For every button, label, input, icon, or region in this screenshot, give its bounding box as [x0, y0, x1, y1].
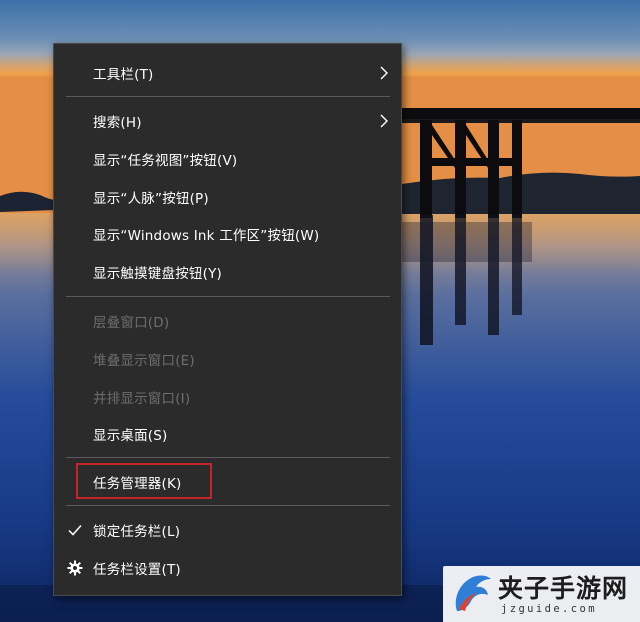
menu-item-label: 工具栏(T)	[93, 67, 154, 83]
menu-item-label: 显示“任务视图”按钮(V)	[93, 153, 238, 169]
menu-separator	[66, 457, 390, 458]
menu-item-toolbars[interactable]: 工具栏(T)	[54, 56, 401, 90]
menu-item-label: 显示“Windows Ink 工作区”按钮(W)	[93, 228, 320, 244]
menu-separator	[66, 96, 390, 97]
menu-item-lock-taskbar[interactable]: 锁定任务栏(L)	[54, 513, 401, 547]
menu-item-taskbar-settings[interactable]: 任务栏设置(T)	[54, 551, 401, 585]
menu-item-label: 堆叠显示窗口(E)	[93, 353, 195, 369]
menu-item-stacked-windows: 堆叠显示窗口(E)	[54, 342, 401, 376]
menu-item-label: 任务栏设置(T)	[93, 562, 181, 578]
menu-item-label: 显示桌面(S)	[93, 428, 168, 444]
watermark-title: 夹子手游网	[498, 574, 629, 603]
checkmark-icon	[68, 525, 82, 536]
menu-item-label: 显示“人脉”按钮(P)	[93, 191, 209, 207]
menu-item-search[interactable]: 搜索(H)	[54, 104, 401, 138]
gear-icon	[67, 560, 83, 576]
menu-item-show-task-view[interactable]: 显示“任务视图”按钮(V)	[54, 142, 401, 176]
menu-item-label: 并排显示窗口(I)	[93, 391, 191, 407]
menu-item-label: 锁定任务栏(L)	[93, 524, 181, 540]
menu-item-cascade-windows: 层叠窗口(D)	[54, 304, 401, 338]
menu-item-show-people[interactable]: 显示“人脉”按钮(P)	[54, 180, 401, 214]
menu-item-label: 搜索(H)	[93, 115, 142, 131]
highlight-annotation-box	[76, 463, 212, 499]
site-watermark: 夹子手游网 jzguide.com	[443, 566, 640, 622]
chevron-right-icon	[380, 66, 388, 80]
site-logo-icon	[455, 575, 491, 611]
menu-item-show-touch-keyboard[interactable]: 显示触摸键盘按钮(Y)	[54, 255, 401, 289]
menu-item-side-by-side-windows: 并排显示窗口(I)	[54, 380, 401, 414]
watermark-url: jzguide.com	[501, 603, 597, 615]
chevron-right-icon	[380, 114, 388, 128]
menu-separator	[66, 505, 390, 506]
menu-item-label: 层叠窗口(D)	[93, 315, 170, 331]
menu-item-show-desktop[interactable]: 显示桌面(S)	[54, 417, 401, 451]
menu-item-label: 显示触摸键盘按钮(Y)	[93, 266, 222, 282]
menu-separator	[66, 296, 390, 297]
menu-item-show-windows-ink[interactable]: 显示“Windows Ink 工作区”按钮(W)	[54, 217, 401, 251]
taskbar-context-menu: 工具栏(T) 搜索(H) 显示“任务视图”按钮(V) 显示“人脉”按钮(P) 显…	[53, 43, 402, 596]
